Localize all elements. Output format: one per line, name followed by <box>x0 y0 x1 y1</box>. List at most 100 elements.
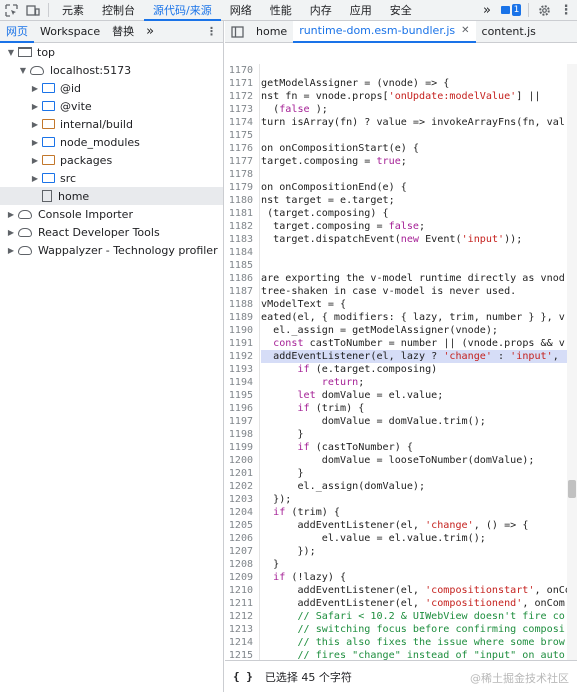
line-number[interactable]: 1203 <box>225 493 259 506</box>
code-line[interactable] <box>261 246 577 259</box>
line-number[interactable]: 1200 <box>225 454 259 467</box>
tab-performance[interactable]: 性能 <box>261 0 301 21</box>
tab-workspace[interactable]: Workspace <box>34 21 106 43</box>
code-line[interactable]: are exporting the v-model runtime direct… <box>261 272 577 285</box>
tab-overrides[interactable]: 替换 <box>106 21 140 43</box>
vertical-scrollbar[interactable] <box>567 64 577 681</box>
collapse-triangle-icon[interactable]: ▶ <box>6 228 16 237</box>
line-number[interactable]: 1171 <box>225 77 259 90</box>
file-tab-content-js[interactable]: content.js <box>476 21 542 43</box>
tab-console[interactable]: 控制台 <box>93 0 144 21</box>
line-number[interactable]: 1186 <box>225 272 259 285</box>
issues-button[interactable]: 1 <box>498 0 524 21</box>
code-lines[interactable]: getModelAssigner = (vnode) => {nst fn = … <box>261 64 577 662</box>
tree-item[interactable]: ▶ internal/build <box>0 115 223 133</box>
code-line[interactable]: // switching focus before confirming com… <box>261 623 577 636</box>
tree-item[interactable]: ▶ packages <box>0 151 223 169</box>
scrollbar-thumb[interactable] <box>568 480 576 498</box>
line-number[interactable]: 1185 <box>225 259 259 272</box>
tree-item[interactable]: ▼ localhost:5173 <box>0 61 223 79</box>
tree-item[interactable]: ▶ node_modules <box>0 133 223 151</box>
line-number[interactable]: 1183 <box>225 233 259 246</box>
tree-item[interactable]: ▶ React Developer Tools <box>0 223 223 241</box>
code-line[interactable]: turn isArray(fn) ? value => invokeArrayF… <box>261 116 577 129</box>
code-line[interactable] <box>261 129 577 142</box>
line-number[interactable]: 1207 <box>225 545 259 558</box>
file-tab-runtime-dom[interactable]: runtime-dom.esm-bundler.js ✕ <box>293 20 476 43</box>
line-number[interactable]: 1198 <box>225 428 259 441</box>
code-line[interactable]: } <box>261 558 577 571</box>
line-number[interactable]: 1187 <box>225 285 259 298</box>
line-number[interactable]: 1204 <box>225 506 259 519</box>
gear-icon[interactable] <box>533 0 555 21</box>
collapse-triangle-icon[interactable]: ▶ <box>30 102 40 111</box>
line-number[interactable]: 1196 <box>225 402 259 415</box>
code-line[interactable]: return; <box>261 376 577 389</box>
collapse-triangle-icon[interactable]: ▶ <box>6 246 16 255</box>
line-number[interactable]: 1206 <box>225 532 259 545</box>
line-number[interactable]: 1184 <box>225 246 259 259</box>
code-line[interactable]: if (trim) { <box>261 506 577 519</box>
code-line[interactable]: }); <box>261 493 577 506</box>
code-area[interactable]: 1170 1171 1172 1173 1174 1175 1176 1177 1178 1179… <box>225 64 577 681</box>
line-number[interactable]: 1176 <box>225 142 259 155</box>
tree-item[interactable]: ▶ @vite <box>0 97 223 115</box>
code-line[interactable]: vModelText = { <box>261 298 577 311</box>
line-number[interactable]: 1212 <box>225 610 259 623</box>
code-line[interactable]: (false ); <box>261 103 577 116</box>
code-line[interactable]: domValue = looseToNumber(domValue); <box>261 454 577 467</box>
line-number[interactable]: 1189 <box>225 311 259 324</box>
tab-memory[interactable]: 内存 <box>301 0 341 21</box>
tree-item[interactable]: ▶ src <box>0 169 223 187</box>
code-line[interactable]: } <box>261 428 577 441</box>
code-line[interactable]: if (castToNumber) { <box>261 441 577 454</box>
collapse-triangle-icon[interactable]: ▶ <box>6 210 16 219</box>
expand-triangle-icon[interactable]: ▼ <box>6 48 16 57</box>
code-line[interactable]: addEventListener(el, 'compositionstart',… <box>261 584 577 597</box>
code-line[interactable]: // Safari < 10.2 & UIWebView doesn't fir… <box>261 610 577 623</box>
line-number[interactable]: 1179 <box>225 181 259 194</box>
code-line[interactable]: nst fn = vnode.props['onUpdate:modelValu… <box>261 90 577 103</box>
tab-application[interactable]: 应用 <box>341 0 381 21</box>
code-line[interactable]: const castToNumber = number || (vnode.pr… <box>261 337 577 350</box>
inspect-element-icon[interactable] <box>0 0 22 21</box>
line-number[interactable]: 1194 <box>225 376 259 389</box>
line-number[interactable]: 1178 <box>225 168 259 181</box>
tab-elements[interactable]: 元素 <box>53 0 93 21</box>
line-number[interactable]: 1170 <box>225 64 259 77</box>
expand-triangle-icon[interactable]: ▼ <box>18 66 28 75</box>
line-number[interactable]: 1195 <box>225 389 259 402</box>
code-line[interactable]: on onCompositionStart(e) { <box>261 142 577 155</box>
line-number[interactable]: 1191 <box>225 337 259 350</box>
tab-page[interactable]: 网页 <box>0 21 34 43</box>
line-number[interactable]: 1175 <box>225 129 259 142</box>
device-toolbar-icon[interactable] <box>22 0 44 21</box>
line-number[interactable]: 1201 <box>225 467 259 480</box>
line-number[interactable]: 1208 <box>225 558 259 571</box>
code-line[interactable]: } <box>261 467 577 480</box>
line-number[interactable]: 1190 <box>225 324 259 337</box>
code-line[interactable]: el._assign = getModelAssigner(vnode); <box>261 324 577 337</box>
line-number-gutter[interactable]: 1170 1171 1172 1173 1174 1175 1176 1177 1178 1179… <box>225 64 260 681</box>
code-line[interactable]: eated(el, { modifiers: { lazy, trim, num… <box>261 311 577 324</box>
collapse-triangle-icon[interactable]: ▶ <box>30 174 40 183</box>
code-line[interactable]: }); <box>261 545 577 558</box>
collapse-triangle-icon[interactable]: ▶ <box>30 120 40 129</box>
line-number[interactable]: 1205 <box>225 519 259 532</box>
more-navigator-tabs-button[interactable]: » <box>140 21 160 43</box>
line-number[interactable]: 1188 <box>225 298 259 311</box>
collapse-triangle-icon[interactable]: ▶ <box>30 84 40 93</box>
code-line[interactable]: addEventListener(el, 'change', () => { <box>261 519 577 532</box>
collapse-triangle-icon[interactable]: ▶ <box>30 156 40 165</box>
code-line[interactable]: if (e.target.composing) <box>261 363 577 376</box>
close-icon[interactable]: ✕ <box>461 20 469 42</box>
code-line[interactable]: getModelAssigner = (vnode) => { <box>261 77 577 90</box>
more-tabs-button[interactable]: » <box>476 0 498 21</box>
tree-item[interactable]: home <box>0 187 223 205</box>
toggle-navigator-button[interactable] <box>225 21 250 43</box>
code-line[interactable]: target.composing = true; <box>261 155 577 168</box>
code-line[interactable] <box>261 64 577 77</box>
code-line[interactable]: addEventListener(el, lazy ? 'change' : '… <box>261 350 577 363</box>
line-number[interactable]: 1211 <box>225 597 259 610</box>
line-number[interactable]: 1199 <box>225 441 259 454</box>
